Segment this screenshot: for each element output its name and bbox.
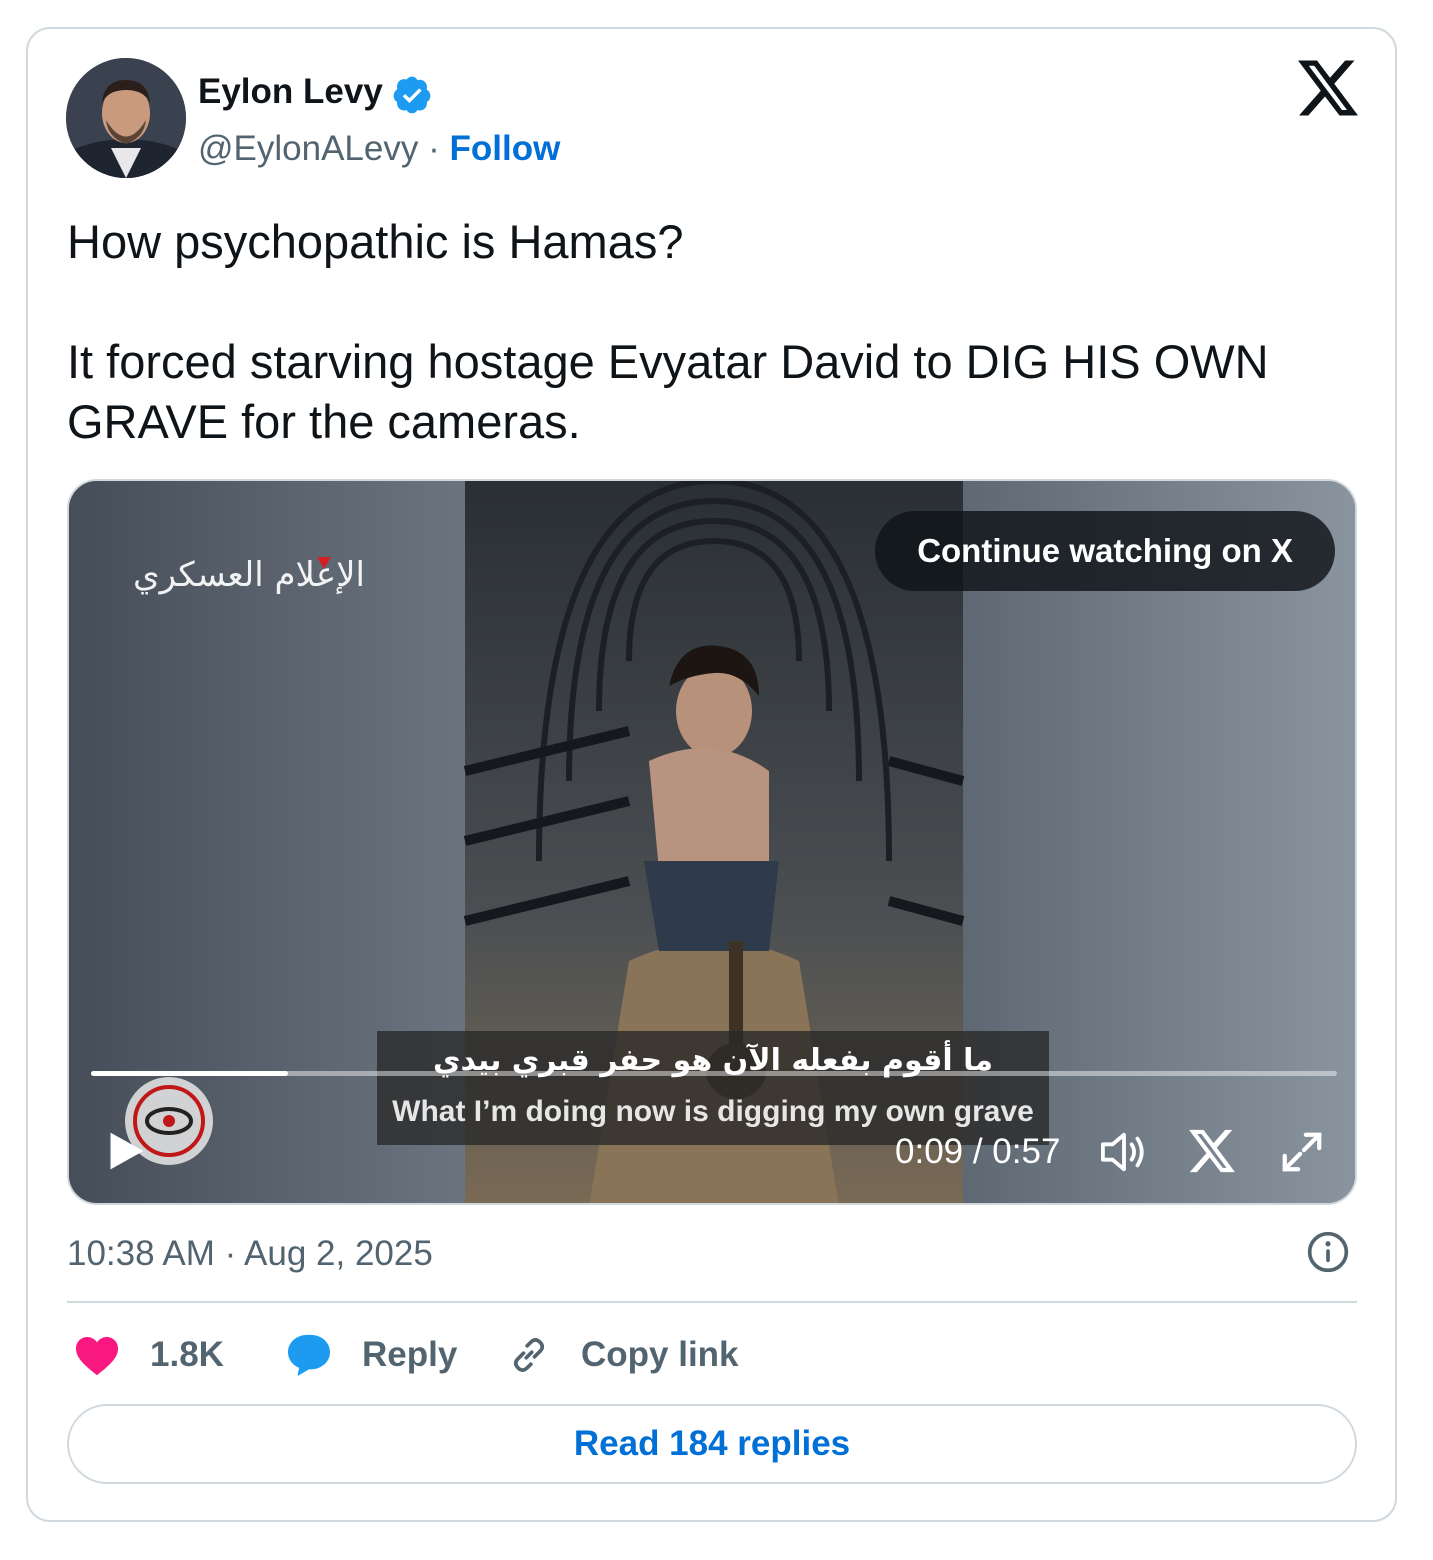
video-time: 0:09 / 0:57	[895, 1132, 1061, 1171]
subtitle-english: What I’m doing now is digging my own gra…	[392, 1095, 1034, 1128]
read-replies-button[interactable]: Read 184 replies	[67, 1404, 1357, 1484]
info-icon[interactable]	[1306, 1230, 1350, 1274]
like-button[interactable]: 1.8K	[74, 1330, 224, 1380]
tweet-timestamp[interactable]: 10:38 AM · Aug 2, 2025	[67, 1232, 433, 1276]
reply-label: Reply	[362, 1335, 458, 1374]
speech-bubble-icon	[287, 1334, 331, 1377]
reply-button[interactable]: Reply	[286, 1330, 457, 1380]
divider	[67, 1301, 1357, 1303]
heart-icon	[76, 1337, 118, 1376]
subtitle-box: ما أقوم بفعله الآن هو حفر قبري بيدي What…	[377, 1031, 1049, 1145]
copy-link-button[interactable]: Copy link	[507, 1330, 739, 1380]
x-logo-icon[interactable]	[1298, 60, 1358, 116]
separator-dot: ·	[428, 129, 440, 168]
avatar[interactable]	[66, 58, 186, 178]
x-logo-icon[interactable]	[1189, 1129, 1235, 1173]
like-count: 1.8K	[150, 1335, 224, 1374]
link-icon	[513, 1338, 545, 1372]
continue-watching-button[interactable]: Continue watching on X	[875, 511, 1335, 591]
fullscreen-icon[interactable]	[1279, 1129, 1325, 1175]
play-icon[interactable]	[105, 1129, 149, 1173]
copy-link-label: Copy link	[581, 1335, 739, 1374]
handle-row: @EylonALevy · Follow	[198, 127, 560, 171]
author-handle[interactable]: @EylonALevy	[198, 129, 418, 168]
tweet-paragraph: It forced starving hostage Evyatar David…	[67, 335, 1269, 448]
video-progress-fill	[91, 1071, 288, 1076]
tweet-paragraph: How psychopathic is Hamas?	[67, 215, 684, 268]
video-player[interactable]: الإعلام العسكري Continue watching on X م…	[67, 479, 1357, 1205]
verified-badge-icon	[393, 76, 431, 114]
tweet-text: How psychopathic is Hamas? It forced sta…	[67, 212, 1357, 452]
svg-text:الإعلام العسكري: الإعلام العسكري	[133, 555, 365, 595]
volume-icon[interactable]	[1099, 1129, 1149, 1175]
video-progress-bar[interactable]	[91, 1071, 1337, 1076]
follow-button[interactable]: Follow	[449, 129, 560, 168]
author-name[interactable]: Eylon Levy	[198, 70, 383, 114]
